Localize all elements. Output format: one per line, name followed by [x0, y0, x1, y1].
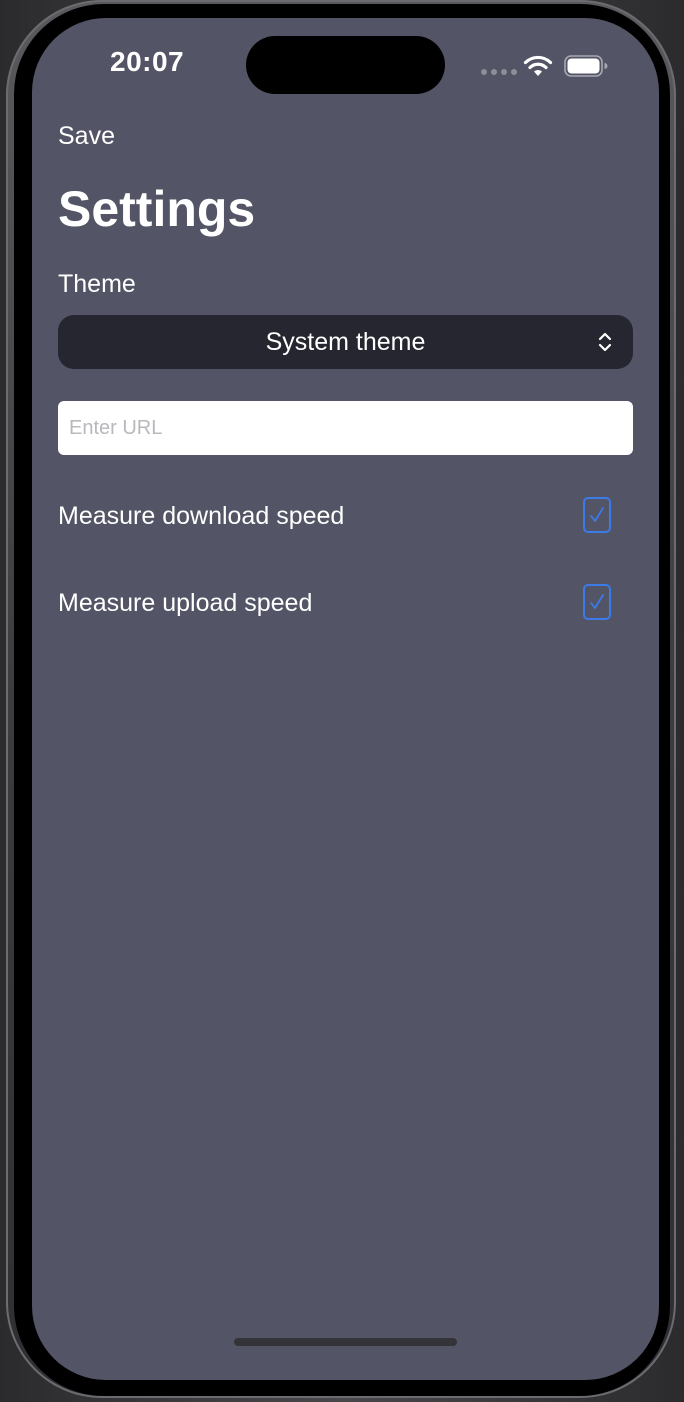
- upload-speed-checkbox[interactable]: [583, 584, 611, 620]
- url-input[interactable]: [58, 401, 633, 455]
- app-screen: 20:07 Save Settings Theme System theme M…: [32, 18, 659, 1380]
- chevron-up-down-icon: [598, 332, 612, 352]
- home-indicator[interactable]: [234, 1338, 457, 1346]
- theme-picker-value: System theme: [265, 327, 426, 356]
- checkmark-icon: [590, 594, 604, 609]
- battery-icon: [564, 55, 608, 77]
- wifi-icon: [523, 55, 553, 76]
- upload-speed-label: Measure upload speed: [58, 588, 313, 617]
- theme-label: Theme: [58, 270, 136, 298]
- page-title: Settings: [58, 181, 256, 237]
- download-speed-checkbox[interactable]: [583, 497, 611, 533]
- dynamic-island: [246, 36, 445, 94]
- cellular-dots-icon: [481, 69, 517, 75]
- upload-speed-option: Measure upload speed: [58, 583, 633, 623]
- download-speed-option: Measure download speed: [58, 496, 633, 536]
- status-time: 20:07: [110, 46, 185, 77]
- checkmark-icon: [590, 507, 604, 522]
- theme-picker[interactable]: System theme: [58, 315, 633, 369]
- download-speed-label: Measure download speed: [58, 501, 345, 530]
- save-button[interactable]: Save: [58, 122, 115, 151]
